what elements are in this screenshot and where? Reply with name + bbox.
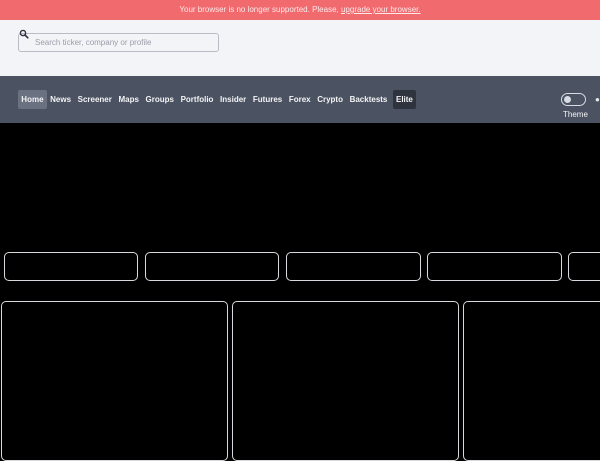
nav-item-elite[interactable]: Elite [392,90,417,109]
nav-item-portfolio[interactable]: Portfolio [177,90,216,109]
ticker-card[interactable] [145,252,279,281]
nav-item-home[interactable]: Home [18,90,47,109]
content-panel [1,301,228,461]
ticker-card[interactable] [427,252,562,281]
browser-support-banner: Your browser is no longer supported. Ple… [0,0,600,20]
content-panel [232,301,459,461]
nav-item-forex[interactable]: Forex [286,90,314,109]
nav-item-maps[interactable]: Maps [115,90,142,109]
nav-item-backtests[interactable]: Backtests [346,90,390,109]
partial-icon[interactable]: ● [595,96,600,104]
nav-item-futures[interactable]: Futures [250,90,286,109]
nav-item-groups[interactable]: Groups [142,90,177,109]
nav-item-screener[interactable]: Screener [74,90,115,109]
nav-menu: Home News Screener Maps Groups Portfolio… [18,90,417,109]
theme-toggle-knob [564,96,571,103]
theme-toggle[interactable] [561,93,586,106]
main-navigation: Home News Screener Maps Groups Portfolio… [0,76,600,123]
upgrade-browser-link[interactable]: upgrade your browser. [341,5,421,14]
nav-item-news[interactable]: News [47,90,75,109]
nav-item-insider[interactable]: Insider [217,90,250,109]
search-field[interactable] [18,33,219,52]
banner-message: Your browser is no longer supported. Ple… [179,5,339,14]
ticker-card[interactable] [286,252,421,281]
ticker-card[interactable] [4,252,138,281]
search-icon [19,26,29,39]
ticker-card[interactable] [568,252,600,281]
theme-label: Theme [563,110,588,119]
content-panel [463,301,600,461]
search-input[interactable] [19,34,218,51]
nav-item-crypto[interactable]: Crypto [314,90,346,109]
